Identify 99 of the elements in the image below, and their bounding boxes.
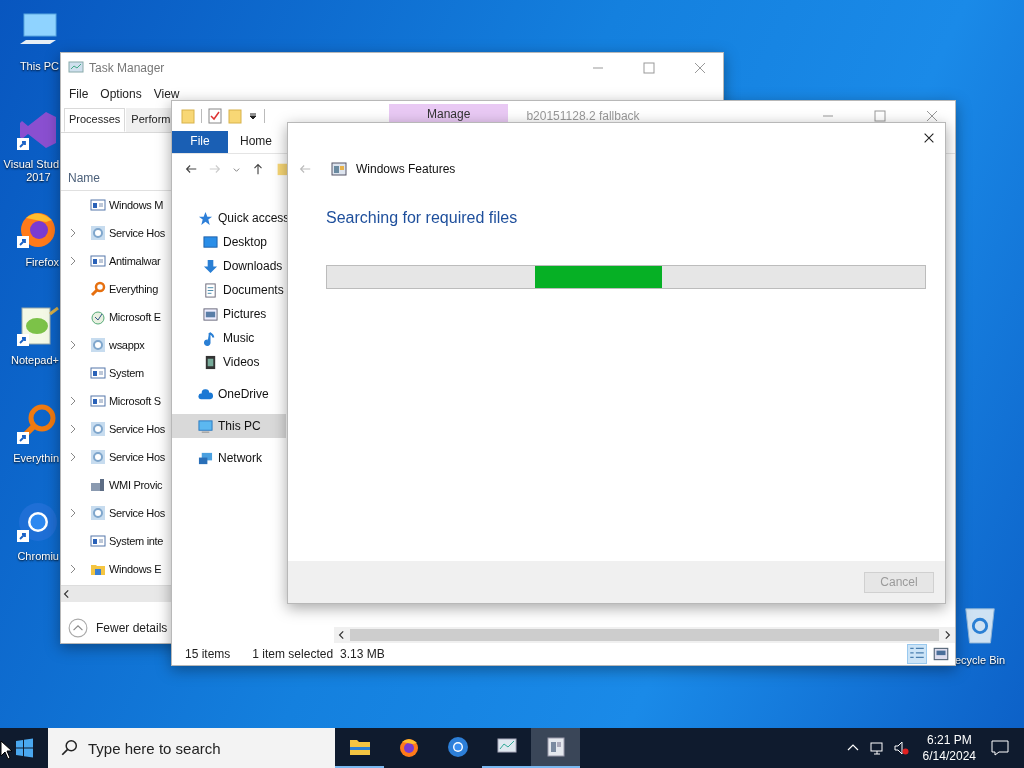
gear-icon — [90, 421, 106, 437]
window-icon — [90, 533, 106, 549]
gear-icon — [90, 505, 106, 521]
process-name[interactable]: Microsoft E — [109, 311, 161, 323]
status-heading: Searching for required files — [326, 209, 519, 227]
monitor-icon — [68, 60, 84, 76]
ribbon-tab[interactable]: Home — [228, 131, 284, 153]
magnifier-icon — [90, 281, 106, 297]
menu-item[interactable]: File — [69, 87, 89, 101]
chevron-icon[interactable] — [68, 564, 78, 574]
context-tab[interactable]: Manage — [389, 104, 509, 124]
process-name[interactable]: Everything — [109, 283, 158, 295]
fewer-details-link[interactable]: Fewer details — [96, 621, 168, 635]
tab[interactable]: Processes — [64, 108, 126, 132]
ribbon-tab[interactable]: File — [172, 131, 228, 153]
window-icon — [90, 393, 106, 409]
item-count: 15 items — [185, 647, 231, 661]
window-icon — [90, 197, 106, 213]
chevron-icon[interactable] — [68, 340, 78, 350]
nav-item[interactable]: Documents — [172, 278, 286, 302]
gear-icon — [90, 449, 106, 465]
ring-icon[interactable] — [16, 500, 60, 544]
volume-muted-icon[interactable] — [892, 740, 909, 756]
chevron-icon[interactable] — [68, 396, 78, 406]
document-icon — [203, 282, 218, 298]
icon-label: Visual Stud — [3, 158, 59, 171]
properties-icon[interactable] — [208, 108, 222, 124]
window-title: Windows Features — [356, 162, 456, 176]
notepad-icon[interactable] — [16, 304, 60, 348]
chevron-icon[interactable] — [68, 256, 78, 266]
clock[interactable]: 6:21 PM 6/14/2024 — [922, 732, 976, 764]
window-title: b20151128.2 fallback — [526, 109, 640, 123]
icon-label: ecycle Bin — [955, 654, 1006, 667]
menu-item[interactable]: View — [153, 87, 180, 101]
close-button[interactable] — [922, 131, 936, 145]
nav-item[interactable]: Downloads — [172, 254, 286, 278]
details-view-button[interactable] — [907, 644, 927, 664]
process-name[interactable]: Windows M — [109, 199, 164, 211]
chevron-icon[interactable] — [68, 452, 78, 462]
chevron-icon[interactable] — [68, 508, 78, 518]
nav-item[interactable]: Network — [172, 446, 286, 470]
tab[interactable]: Perform — [126, 108, 172, 132]
process-name[interactable]: wsappx — [109, 339, 145, 351]
process-name[interactable]: Service Hos — [109, 507, 165, 519]
download-icon — [203, 258, 218, 274]
video-icon — [203, 354, 218, 370]
window-icon — [331, 161, 347, 177]
back-button[interactable] — [184, 162, 198, 176]
process-name[interactable]: Service Hos — [109, 227, 165, 239]
window-icon — [90, 253, 106, 269]
nav-item[interactable]: Desktop — [172, 230, 286, 254]
chevron-icon[interactable] — [68, 424, 78, 434]
nav-item[interactable]: This PC — [172, 414, 286, 438]
process-name[interactable]: System inte — [109, 535, 164, 547]
tiles-view-button[interactable] — [932, 645, 950, 663]
cloud-icon — [198, 386, 213, 402]
process-name[interactable]: Windows E — [109, 563, 162, 575]
chevron-icon[interactable] — [68, 228, 78, 238]
icon-label: Notepad+ — [11, 354, 59, 367]
icon-label: 2017 — [26, 171, 51, 184]
column-header[interactable]: Name — [68, 171, 100, 185]
menu-item[interactable]: Options — [100, 87, 142, 101]
ring-icon — [445, 735, 470, 759]
notification-icon[interactable] — [990, 738, 1010, 758]
process-name[interactable]: Service Hos — [109, 423, 165, 435]
icon-label: Chromiu — [17, 550, 59, 563]
network-icon[interactable] — [868, 740, 885, 756]
picture-icon — [203, 306, 218, 322]
up-button[interactable] — [251, 162, 265, 176]
gear-icon — [90, 337, 106, 353]
network-icon — [198, 450, 213, 466]
window-icon — [90, 365, 106, 381]
window-app-button[interactable] — [531, 728, 580, 768]
window-title: Task Manager — [89, 61, 165, 75]
icon-label: This PC — [19, 60, 59, 73]
selection-count: 1 item selected — [252, 647, 334, 661]
server-icon — [90, 477, 106, 493]
pc-icon — [198, 418, 213, 434]
process-name[interactable]: WMI Provic — [109, 479, 163, 491]
selection-size: 3.13 MB — [340, 647, 385, 661]
process-name[interactable]: Antimalwar — [109, 255, 161, 267]
search-field[interactable]: Type here to search — [48, 728, 335, 768]
process-name[interactable]: System — [109, 367, 144, 379]
process-name[interactable]: Microsoft S — [109, 395, 161, 407]
icon-label: Everythin — [13, 452, 59, 465]
nav-item[interactable]: Pictures — [172, 302, 286, 326]
cursor-icon — [0, 740, 12, 760]
desktop-icon — [203, 234, 218, 250]
process-name[interactable]: Service Hos — [109, 451, 165, 463]
star-icon — [198, 210, 213, 226]
dropdown-icon[interactable] — [248, 111, 258, 121]
scrollbar[interactable] — [334, 627, 955, 643]
search-icon — [60, 739, 78, 757]
nav-item[interactable]: Music — [172, 326, 286, 350]
nav-item[interactable]: OneDrive — [172, 382, 286, 406]
icon-label: Firefox — [25, 256, 59, 269]
gear-icon — [90, 225, 106, 241]
nav-item[interactable]: Videos — [172, 350, 286, 374]
shield-icon — [90, 309, 106, 325]
